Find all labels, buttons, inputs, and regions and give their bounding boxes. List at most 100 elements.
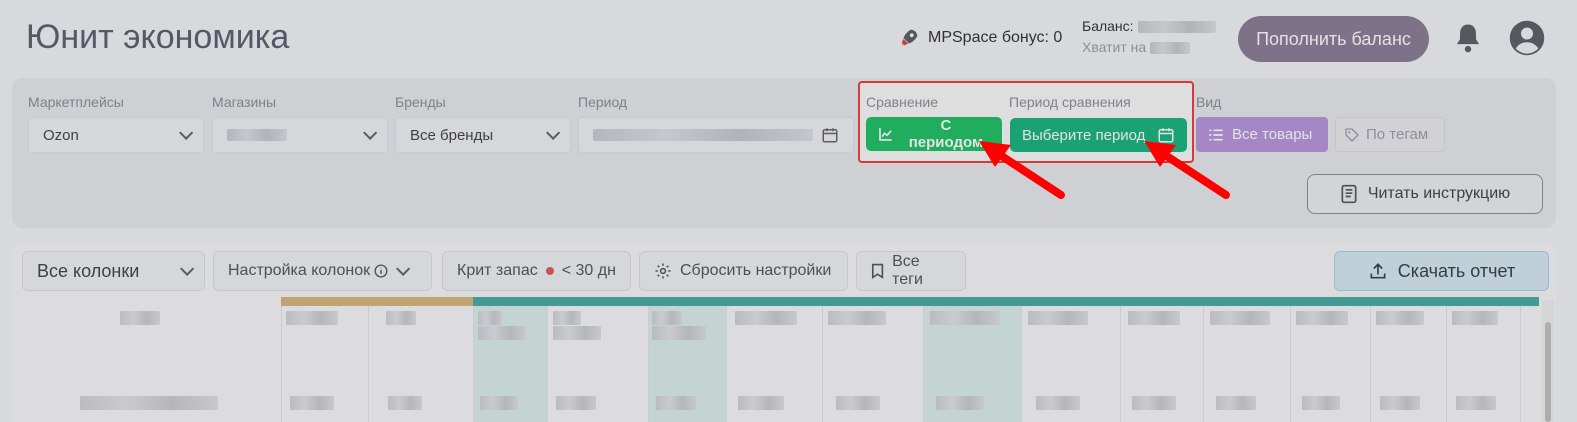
table-header-cell-redacted <box>1452 311 1498 325</box>
shops-label: Магазины <box>212 94 277 110</box>
table-header-cell-redacted <box>652 326 706 340</box>
table-grid-line <box>368 306 369 422</box>
notifications-button[interactable] <box>1453 22 1483 59</box>
table-grid-line <box>923 306 924 422</box>
comparison-period-label: Период сравнения <box>1009 94 1131 110</box>
table-grid-line <box>1120 306 1121 422</box>
table-cell-redacted <box>836 396 880 410</box>
table-header-cell-redacted <box>828 311 886 325</box>
view-all-products-label: Все товары <box>1232 126 1313 143</box>
table-cell-redacted <box>738 396 784 410</box>
all-columns-label: Все колонки <box>37 260 140 281</box>
marketplaces-label: Маркетплейсы <box>28 94 124 110</box>
info-icon <box>374 264 388 278</box>
crit-stock-indicator-dot <box>545 267 554 275</box>
table-grid-line <box>1021 306 1022 422</box>
table-header-cell-redacted <box>386 311 416 325</box>
table-header-cell-redacted <box>930 311 1000 325</box>
download-report-label: Скачать отчет <box>1397 260 1516 281</box>
brands-value: Все бренды <box>410 126 494 144</box>
table-cell-redacted <box>1132 396 1176 410</box>
shops-select[interactable] <box>212 117 388 153</box>
page-title: Юнит экономика <box>26 18 290 56</box>
table-header-cell-redacted <box>652 311 682 325</box>
balance-label: Баланс: <box>1082 18 1134 34</box>
reset-settings-label: Сбросить настройки <box>680 262 832 279</box>
scrollbar-thumb[interactable] <box>1545 322 1551 422</box>
table-header-cell-redacted <box>1376 311 1424 325</box>
chevron-down-icon <box>546 125 561 140</box>
chevron-down-icon <box>363 125 378 140</box>
marketplaces-select[interactable]: Ozon <box>28 117 204 153</box>
table-grid-line <box>822 306 823 422</box>
all-tags-button[interactable]: Все теги <box>856 251 966 291</box>
tag-icon <box>1345 127 1359 142</box>
table-grid-line <box>1370 306 1371 422</box>
table-header-cell-redacted <box>478 326 526 340</box>
table-grid-line <box>648 306 649 422</box>
table-header-cell-redacted <box>1296 311 1348 325</box>
table-cell-redacted <box>1302 396 1340 410</box>
column-group-bar-yellow <box>281 297 473 306</box>
crit-stock-filter[interactable]: Крит запас < 30 дн <box>442 251 631 291</box>
table-cell-redacted <box>80 396 218 410</box>
table-grid-line <box>547 306 548 422</box>
column-settings-select[interactable]: Настройка колонок <box>213 251 432 291</box>
table-grid-line <box>1520 306 1521 422</box>
profile-button[interactable] <box>1509 20 1545 61</box>
view-by-tags-button[interactable]: По тегам <box>1335 117 1445 152</box>
chevron-down-icon <box>396 261 411 276</box>
topup-balance-button[interactable]: Пополнить баланс <box>1238 16 1429 62</box>
rocket-icon <box>901 29 918 46</box>
table-header-cell-redacted <box>478 311 502 325</box>
table-header-cell-redacted <box>735 311 797 325</box>
table-grid-line <box>281 306 282 422</box>
chevron-down-icon <box>180 261 195 276</box>
bell-icon <box>1456 24 1480 53</box>
crit-stock-label: Крит запас <box>457 262 538 279</box>
table-cell-redacted <box>1036 396 1080 410</box>
annotation-arrow-icon <box>979 141 1065 199</box>
table-grid-line <box>1203 306 1204 422</box>
column-group-bar-teal <box>473 297 1539 306</box>
download-report-button[interactable]: Скачать отчет <box>1334 251 1549 291</box>
reset-settings-button[interactable]: Сбросить настройки <box>639 251 848 291</box>
table-cell-redacted <box>556 396 596 410</box>
column-settings-label: Настройка колонок <box>228 262 371 279</box>
enough-value-redacted <box>1150 41 1191 54</box>
view-label: Вид <box>1196 94 1222 110</box>
calendar-icon <box>822 128 838 143</box>
crit-stock-value: < 30 дн <box>561 262 616 279</box>
read-instruction-button[interactable]: Читать инструкцию <box>1307 174 1543 214</box>
table-cell-redacted <box>290 396 334 410</box>
bookmark-icon <box>871 263 884 279</box>
table-cell-redacted <box>1216 396 1256 410</box>
table-grid-line <box>1290 306 1291 422</box>
table-header-cell-redacted <box>1210 311 1270 325</box>
period-label: Период <box>578 94 628 110</box>
balance-value-redacted <box>1137 20 1216 33</box>
comparison-label: Сравнение <box>866 94 938 110</box>
table-header-cell-redacted <box>553 311 581 325</box>
upload-icon <box>1370 263 1386 279</box>
period-picker[interactable] <box>578 117 854 153</box>
book-icon <box>1341 184 1357 204</box>
user-avatar-icon <box>1509 20 1545 56</box>
unit-economics-page: Юнит экономика MPSpace бонус: 0 Баланс: … <box>0 0 1577 422</box>
all-tags-label: Все теги <box>892 253 923 288</box>
view-by-tags-label: По тегам <box>1366 126 1429 143</box>
all-columns-select[interactable]: Все колонки <box>22 251 205 291</box>
table-grid-line <box>1446 306 1447 422</box>
bonus-indicator[interactable]: MPSpace бонус: 0 <box>898 27 1062 49</box>
period-value-redacted <box>593 129 813 141</box>
table-header-cell-redacted <box>120 311 160 325</box>
brands-select[interactable]: Все бренды <box>395 117 571 153</box>
bonus-label: MPSpace бонус: 0 <box>928 29 1063 46</box>
table-scrollbar[interactable] <box>1542 300 1554 422</box>
table-cell-redacted <box>1380 396 1420 410</box>
table-grid-line <box>473 306 474 422</box>
table-header-cell-redacted <box>1028 311 1088 325</box>
enough-for-label: Хватит на <box>1082 39 1147 55</box>
gear-icon <box>655 263 671 279</box>
table-grid-line <box>726 306 727 422</box>
